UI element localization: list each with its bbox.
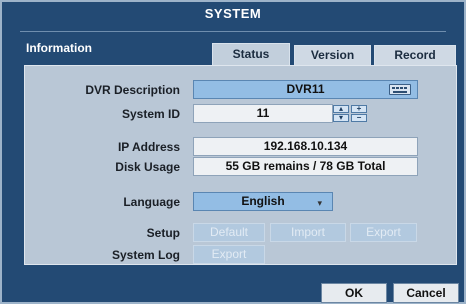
tab-status[interactable]: Status [212,43,290,65]
language-value: English [241,194,285,208]
minus-icon[interactable]: − [351,114,367,122]
ip-address-label: IP Address [117,140,180,154]
status-panel: DVR Description DVR11 System ID 11 ▴ ▾ +… [24,65,457,265]
cancel-button[interactable]: Cancel [393,283,459,303]
dvr-description-field[interactable]: DVR11 [193,80,418,99]
plus-icon[interactable]: + [351,105,367,113]
system-id-field[interactable]: 11 [193,104,333,123]
dvr-description-value: DVR11 [286,82,325,96]
system-dialog: SYSTEM Information Status Version Record… [0,0,466,304]
setup-export-button[interactable]: Export [350,223,417,242]
spinner-icon[interactable]: ▴ ▾ + − [333,105,367,122]
default-button[interactable]: Default [193,223,265,242]
ip-address-field: 192.168.10.134 [193,137,418,156]
setup-label: Setup [146,226,180,240]
disk-usage-field: 55 GB remains / 78 GB Total [193,157,418,176]
chevron-down-icon: ▾ [317,198,322,208]
decrement-icon[interactable]: ▴ [333,105,349,113]
title-divider [20,31,446,32]
dvr-description-label: DVR Description [85,83,180,97]
section-label: Information [26,41,92,55]
ok-button[interactable]: OK [321,283,387,303]
dialog-title: SYSTEM [204,6,262,21]
tab-record[interactable]: Record [374,45,456,65]
tab-version[interactable]: Version [294,45,371,65]
language-label: Language [123,195,180,209]
disk-usage-label: Disk Usage [115,160,180,174]
system-log-export-button[interactable]: Export [193,245,265,264]
system-id-label: System ID [121,107,180,121]
language-select[interactable]: English ▾ [193,192,333,211]
import-button[interactable]: Import [270,223,346,242]
decrement-icon-down[interactable]: ▾ [333,114,349,122]
system-log-label: System Log [111,248,180,262]
keyboard-icon[interactable] [389,84,411,95]
